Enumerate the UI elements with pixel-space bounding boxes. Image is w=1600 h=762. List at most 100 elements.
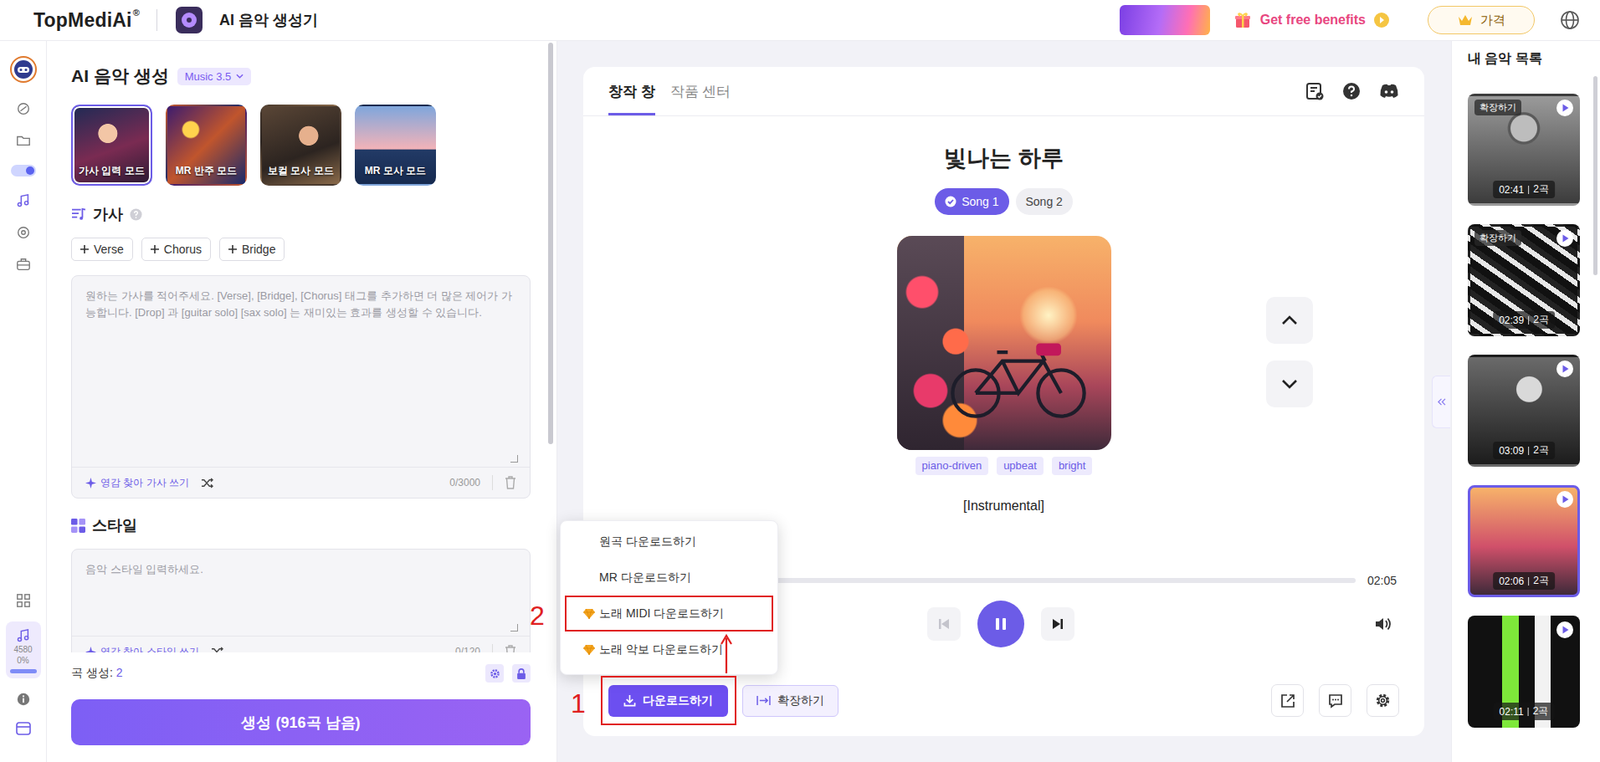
header-divider [156, 9, 158, 31]
benefits-link[interactable]: Get free benefits [1233, 10, 1390, 30]
collapse-handle[interactable] [1431, 375, 1451, 429]
inspire-button[interactable]: 영감 찾아 가사 쓰기 [85, 476, 190, 491]
resize-handle-icon[interactable] [510, 624, 518, 632]
skip-back-button[interactable] [927, 607, 961, 642]
library-song-card[interactable]: 확장하기02:392곡 [1467, 224, 1580, 337]
chevron-down-icon [1281, 379, 1298, 390]
chevron-down-icon [235, 73, 244, 79]
play-icon[interactable] [1556, 99, 1574, 117]
resize-handle-icon[interactable] [510, 455, 518, 463]
app-window: TopMediAi®AI 음악 생성기Get free benefits가격45… [0, 0, 1600, 762]
song-meta: 03:092곡 [1492, 441, 1555, 460]
volume-icon[interactable] [1374, 615, 1393, 633]
info-icon[interactable] [15, 692, 31, 708]
globe-icon[interactable] [1559, 10, 1580, 31]
share-button[interactable] [1271, 684, 1304, 718]
download-menu: 원곡 다운로드하기MR 다운로드하기노래 MIDI 다운로드하기노래 악보 다운… [559, 520, 779, 676]
mode-card[interactable]: MR 반주 모드 [165, 104, 247, 186]
task-list-icon[interactable] [1305, 82, 1324, 101]
extend-icon [756, 695, 771, 707]
gear-icon [1374, 692, 1391, 709]
pricing-button[interactable]: 가격 [1427, 5, 1535, 35]
discord-icon[interactable] [1379, 83, 1400, 99]
download-menu-item[interactable]: 노래 MIDI 다운로드하기 [564, 595, 774, 632]
library-song-card[interactable]: 02:112곡 [1467, 615, 1580, 729]
version-chip[interactable]: Song 2 [1015, 188, 1073, 216]
song-meta: 02:062곡 [1492, 572, 1555, 590]
icon-rail: 45800% [0, 41, 47, 762]
grid-icon[interactable] [15, 593, 31, 609]
song-settings-button[interactable] [1366, 684, 1400, 718]
extended-badge: 확장하기 [1474, 230, 1522, 247]
inspire-button[interactable]: 영감 찾아 스타일 쓰기 [85, 645, 200, 654]
play-icon[interactable] [1556, 621, 1574, 639]
settings-button[interactable] [485, 664, 504, 683]
gear-icon [489, 668, 501, 680]
annotation-arrow-icon [717, 633, 735, 676]
play-icon[interactable] [1556, 360, 1574, 378]
download-button[interactable]: 다운로드하기 [608, 685, 729, 718]
mode-card[interactable]: 보컬 모사 모드 [260, 104, 342, 186]
song-tag: upbeat [996, 456, 1044, 476]
library-song-card[interactable]: 02:062곡 [1467, 485, 1580, 598]
download-icon [623, 694, 636, 708]
download-menu-item[interactable]: 원곡 다운로드하기 [564, 523, 774, 560]
lyric-tag-button[interactable]: Bridge [219, 237, 285, 262]
lyric-tag-button[interactable]: Chorus [141, 237, 211, 262]
robot-logo-icon[interactable] [10, 56, 37, 83]
help-icon[interactable] [129, 208, 143, 221]
scrollbar[interactable] [1593, 76, 1598, 276]
skip-back-icon [937, 617, 951, 631]
lyrics-title: 가사 [92, 204, 124, 225]
mode-card[interactable]: 가사 입력 모드 [71, 104, 153, 186]
comment-icon [1328, 693, 1344, 709]
mode-card[interactable]: MR 모사 모드 [354, 104, 436, 186]
toolbox-icon[interactable] [15, 256, 31, 272]
extend-button[interactable]: 확장하기 [742, 685, 839, 718]
style-input[interactable]: 음악 스타일 입력하세요.영감 찾아 스타일 쓰기0/120 [71, 548, 531, 653]
scrollbar[interactable] [548, 42, 554, 445]
skip-forward-button[interactable] [1041, 607, 1075, 642]
sparkle-icon [85, 477, 97, 489]
generate-button[interactable]: 생성 (916곡 남음) [71, 699, 531, 746]
model-select[interactable]: Music 3.5 [177, 67, 252, 86]
folder-icon[interactable] [15, 133, 31, 149]
tab[interactable]: 창작 창 [608, 66, 656, 116]
card-icon[interactable] [15, 720, 32, 738]
play-pause-button[interactable] [977, 600, 1025, 648]
library-song-card[interactable]: 확장하기02:412곡 [1467, 93, 1580, 206]
credits-box[interactable]: 45800% [5, 621, 42, 679]
lock-button[interactable] [512, 664, 531, 683]
trash-icon[interactable] [504, 476, 517, 490]
version-chip[interactable]: Song 1 [934, 188, 1009, 216]
mode-toggle[interactable] [10, 164, 36, 177]
lyrics-input[interactable]: 원하는 가사를 적어주세요. [Verse], [Bridge], [Choru… [71, 275, 531, 499]
song-lyrics: [Instrumental] [963, 497, 1045, 516]
brand-logo[interactable]: TopMediAi® [33, 9, 140, 32]
tab[interactable]: 작품 센터 [670, 66, 732, 116]
sparkle-icon [85, 646, 97, 654]
plus-icon [150, 245, 159, 254]
previous-song-button[interactable] [1266, 297, 1313, 344]
play-icon[interactable] [1556, 491, 1574, 508]
shuffle-icon[interactable] [200, 477, 214, 489]
download-menu-item[interactable]: 노래 악보 다운로드하기 [564, 631, 774, 668]
album-cover [897, 235, 1112, 451]
style-grid-icon [71, 518, 86, 534]
play-icon[interactable] [1556, 230, 1574, 247]
shuffle-icon[interactable] [210, 646, 224, 654]
share-icon [1280, 693, 1296, 709]
record-icon[interactable] [15, 225, 31, 241]
download-menu-item[interactable]: MR 다운로드하기 [564, 559, 774, 596]
comment-button[interactable] [1318, 684, 1352, 718]
promo-banner[interactable] [1119, 5, 1211, 36]
music-note-icon[interactable] [15, 193, 31, 209]
next-song-button[interactable] [1266, 360, 1313, 408]
library-song-card[interactable]: 03:092곡 [1467, 354, 1580, 467]
premium-diamond-icon [583, 609, 595, 620]
sparkle-icon[interactable] [15, 101, 31, 117]
song-title: 빛나는 하루 [943, 143, 1064, 173]
help-icon[interactable] [1342, 82, 1361, 101]
trash-icon[interactable] [504, 645, 517, 653]
lyric-tag-button[interactable]: Verse [71, 237, 134, 262]
